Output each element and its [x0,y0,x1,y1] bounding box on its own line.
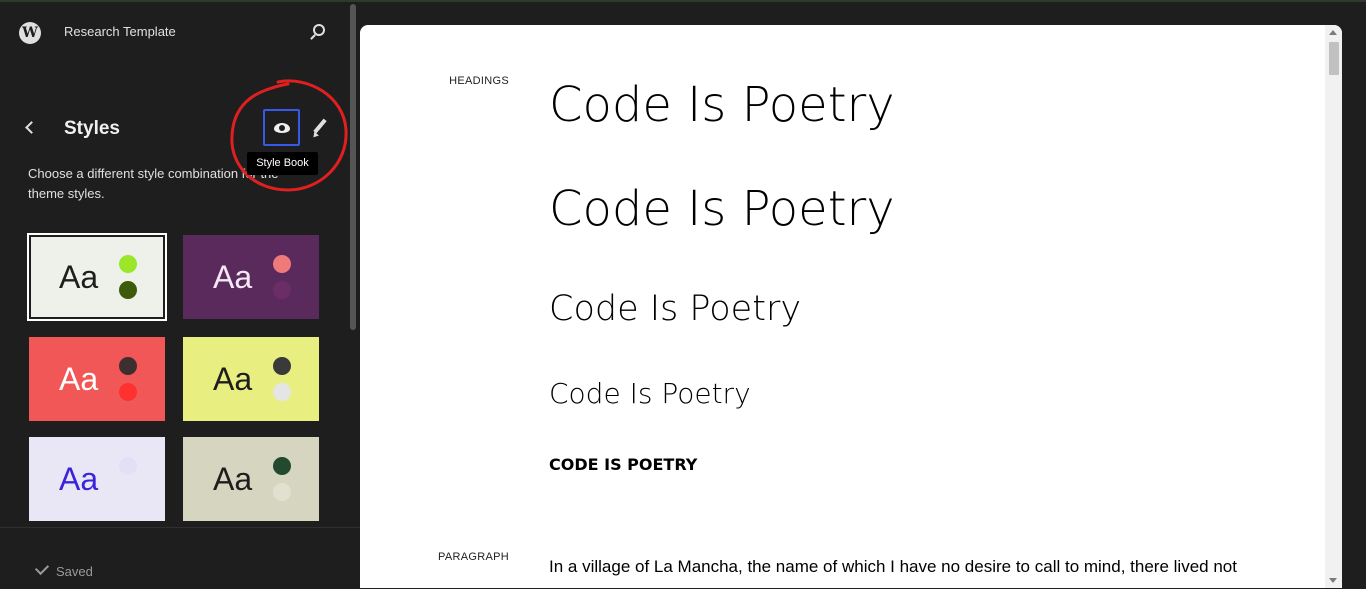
canvas-scrollbar[interactable] [1325,25,1342,588]
variation-preview-text: Aa [59,361,99,397]
variation-color-dot [273,383,291,401]
scroll-down-arrow-icon[interactable] [1329,578,1337,583]
variation-color-dot [273,483,291,501]
variation-color-dot [119,383,137,401]
style-book-canvas: HEADINGS Code Is Poetry Code Is Poetry C… [360,25,1342,588]
variation-preview-text: Aa [213,259,253,295]
variation-preview-text: Aa [59,259,99,295]
style-variation-5[interactable]: Aa [29,437,165,521]
section-label-paragraph: PARAGRAPH [438,551,509,563]
chevron-left-icon [25,121,38,134]
sidebar-scrollbar[interactable] [350,4,356,330]
variation-color-dot [273,457,291,475]
variation-color-dot [119,281,137,299]
style-book-tooltip: Style Book [247,152,318,175]
search-icon[interactable] [305,20,331,46]
heading-3-sample[interactable]: Code Is Poetry [549,289,801,329]
style-variation-4[interactable]: Aa [183,337,319,421]
variation-color-dot [119,457,137,475]
sidebar-divider [0,527,360,528]
variation-color-dot [119,357,137,375]
heading-5-sample[interactable]: CODE IS POETRY [549,455,697,474]
heading-2-sample[interactable]: Code Is Poetry [549,181,895,237]
scroll-up-arrow-icon[interactable] [1329,30,1337,35]
variation-color-dot [119,483,137,501]
scrollbar-thumb[interactable] [1329,42,1339,75]
check-icon [34,560,50,576]
variation-color-dot [273,255,291,273]
variation-preview-text: Aa [213,361,253,397]
heading-1-sample[interactable]: Code Is Poetry [549,77,895,133]
variation-color-dot [273,357,291,375]
panel-title: Styles [64,118,120,139]
section-label-headings: HEADINGS [449,75,509,87]
variation-color-dot [273,281,291,299]
search-icon-handle [310,34,316,40]
back-button[interactable] [18,116,42,140]
style-variation-3[interactable]: Aa [29,337,165,421]
variation-preview-text: Aa [59,461,99,497]
site-editor-sidebar: W Research Template Styles Choose a diff… [0,2,360,589]
variation-preview-text: Aa [213,461,253,497]
style-variation-1[interactable]: Aa [27,233,167,321]
variation-color-dot [119,255,137,273]
save-status-label: Saved [56,564,93,579]
style-variation-6[interactable]: Aa [183,437,319,521]
save-status: Saved [34,560,93,579]
style-variation-2[interactable]: Aa [183,235,319,319]
site-title[interactable]: Research Template [64,24,176,39]
annotation-circle [230,79,348,192]
paragraph-sample[interactable]: In a village of La Mancha, the name of w… [549,554,1269,580]
heading-4-sample[interactable]: Code Is Poetry [549,377,751,410]
wordpress-logo-icon[interactable]: W [19,22,41,44]
